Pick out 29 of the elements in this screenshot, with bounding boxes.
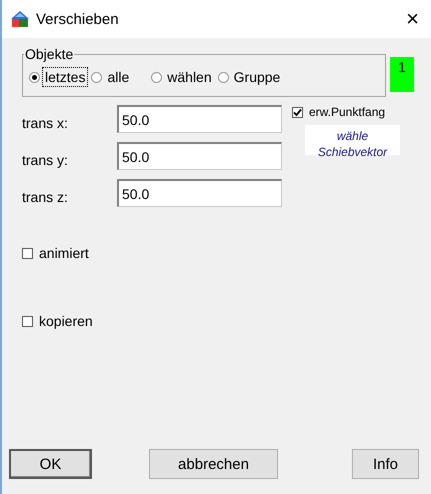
checkbox-label[interactable]: animiert (39, 245, 89, 261)
checkbox[interactable] (22, 316, 33, 326)
radio-button[interactable] (218, 72, 229, 82)
checkbox-label[interactable]: kopieren (39, 313, 93, 329)
radio-button[interactable] (29, 72, 40, 82)
input-field[interactable]: 50.0 (117, 179, 282, 207)
radio-label[interactable]: alle (105, 68, 132, 86)
input-field[interactable]: 50.0 (117, 105, 282, 133)
pick-vector-button[interactable]: wähle Schiebvektor (305, 125, 400, 155)
app-icon (10, 9, 30, 29)
dialog-button[interactable]: abbrechen (149, 449, 278, 479)
close-button[interactable]: × (402, 8, 423, 30)
checkbox-label[interactable]: erw.Punktfang (309, 105, 386, 119)
field-label: trans x: (22, 114, 69, 131)
radio-label[interactable]: wählen (165, 68, 214, 86)
field-label: trans y: (22, 151, 69, 168)
dialog-button[interactable]: Info (352, 449, 419, 479)
radio-button[interactable] (91, 72, 102, 82)
checkbox[interactable] (292, 106, 303, 118)
count-indicator: 1 (390, 57, 414, 92)
input-field[interactable]: 50.0 (117, 142, 282, 170)
checkbox[interactable] (22, 248, 33, 258)
field-label: trans z: (22, 188, 69, 205)
radio-label[interactable]: Gruppe (232, 68, 282, 86)
window-title: Verschieben (36, 10, 120, 28)
group-label: Objekte (24, 46, 74, 62)
radio-label[interactable]: letztes (43, 68, 88, 86)
radio-button[interactable] (151, 72, 162, 82)
dialog-button[interactable]: OK (9, 449, 92, 479)
